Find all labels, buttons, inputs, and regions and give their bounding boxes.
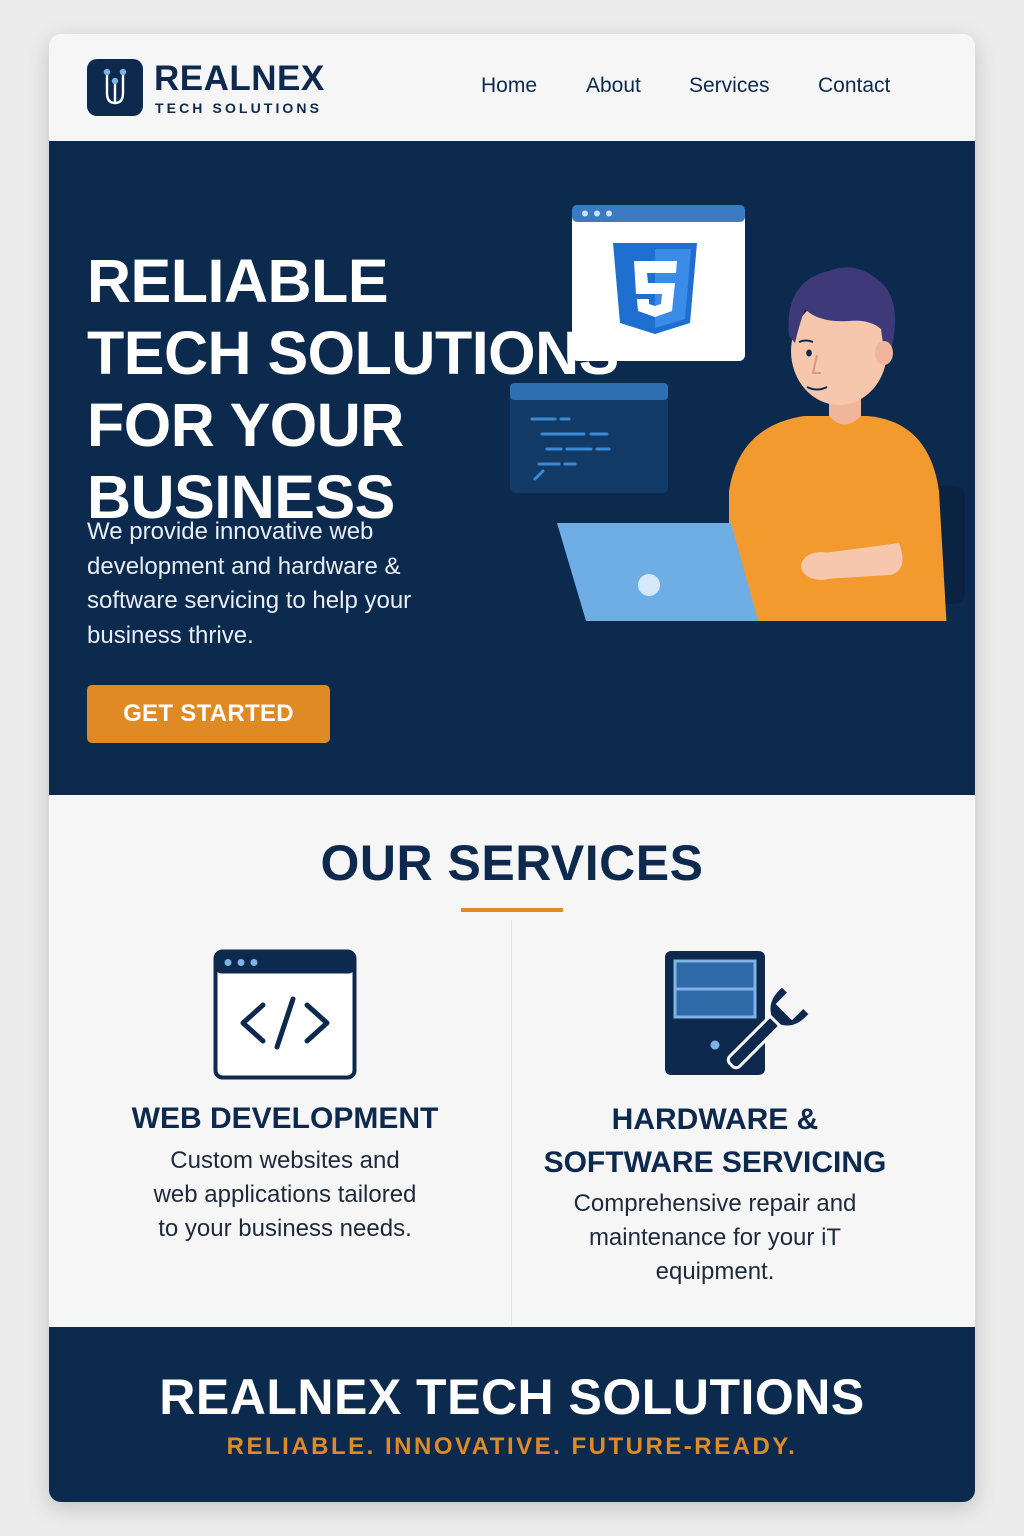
description-line: Custom websites and	[170, 1147, 400, 1174]
description-line: equipment.	[655, 1258, 775, 1285]
hardware-software-title: HARDWARE & SOFTWARE SERVICING	[519, 1098, 911, 1184]
description-line: Comprehensive repair and	[573, 1190, 857, 1217]
footer-title: REALNEX TECH SOLUTIONS	[159, 1369, 865, 1425]
circuit-node-icon	[103, 68, 127, 105]
computer-tower-wrench-icon	[665, 951, 811, 1075]
nav-about[interactable]: About	[586, 75, 641, 96]
column-divider	[511, 920, 512, 1326]
web-development-description: Custom websites and web applications tai…	[109, 1144, 461, 1246]
hero-headline-line-2: TECH SOLUTIONS	[87, 319, 619, 387]
nav-contact[interactable]: Contact	[818, 75, 890, 96]
hardware-software-description: Comprehensive repair and maintenance for…	[519, 1187, 911, 1289]
footer-tagline: RELIABLE. INNOVATIVE. FUTURE-READY.	[226, 1433, 798, 1460]
developer-figure	[729, 267, 947, 621]
nav-home[interactable]: Home	[481, 75, 537, 96]
title-line: HARDWARE &	[611, 1103, 819, 1136]
description-line: web applications tailored	[153, 1181, 417, 1208]
brand-subtitle: TECH SOLUTIONS	[155, 100, 323, 116]
site-footer: REALNEX TECH SOLUTIONS RELIABLE. INNOVAT…	[49, 1327, 975, 1502]
description-line: to your business needs.	[158, 1215, 412, 1242]
web-development-title: WEB DEVELOPMENT	[131, 1102, 439, 1135]
code-panel-graphic	[510, 383, 668, 493]
brand-name: REALNEX	[154, 59, 325, 98]
title-line: SOFTWARE SERVICING	[543, 1146, 887, 1179]
services-heading: OUR SERVICES	[320, 835, 704, 891]
site-header: REALNEX TECH SOLUTIONS Home About Servic…	[49, 34, 975, 141]
heading-underline	[461, 908, 563, 912]
hero-headline-line-3: FOR YOUR	[87, 391, 404, 459]
page-card: REALNEX TECH SOLUTIONS Home About Servic…	[49, 34, 975, 1502]
nav-services[interactable]: Services	[689, 75, 770, 96]
hero-section: RELIABLE TECH SOLUTIONS FOR YOUR BUSINES…	[49, 141, 975, 795]
get-started-button[interactable]: GET STARTED	[87, 685, 330, 743]
code-window-icon	[213, 949, 357, 1080]
hero-headline-line-1: RELIABLE	[87, 247, 389, 315]
hero-description: We provide innovative web development an…	[87, 518, 412, 649]
developer-at-laptop-illustration	[510, 205, 965, 621]
logo-mark[interactable]	[87, 59, 143, 116]
description-line: maintenance for your iT	[588, 1224, 842, 1251]
